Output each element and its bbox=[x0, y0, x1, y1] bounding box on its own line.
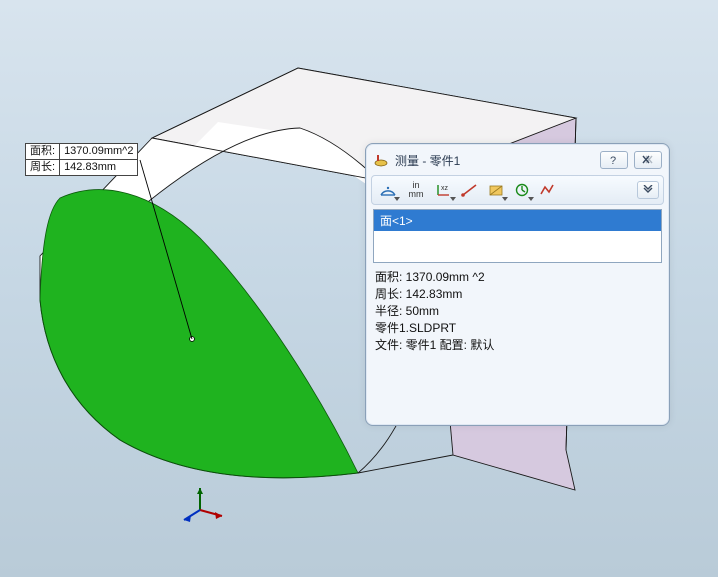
callout-area-label: 面积: bbox=[26, 144, 60, 159]
svg-text:xz: xz bbox=[441, 185, 449, 192]
result-part: 零件1.SLDPRT bbox=[375, 320, 660, 337]
arc-mode-button[interactable] bbox=[376, 179, 400, 201]
units-button[interactable]: in mm bbox=[402, 179, 430, 201]
projected-button[interactable] bbox=[484, 179, 508, 201]
callout-area-value: 1370.09mm^2 bbox=[60, 144, 137, 159]
result-file: 文件: 零件1 配置: 默认 bbox=[375, 337, 660, 354]
callout-perimeter-value: 142.83mm bbox=[60, 160, 120, 175]
selection-list[interactable]: 面<1> bbox=[373, 209, 662, 263]
point-to-point-button[interactable] bbox=[458, 179, 482, 201]
result-area: 面积: 1370.09mm ^2 bbox=[375, 269, 660, 286]
measure-icon bbox=[373, 152, 389, 168]
xyz-mode-button[interactable]: xz bbox=[432, 179, 456, 201]
svg-text:?: ? bbox=[610, 155, 616, 166]
measure-toolbar: in mm xz bbox=[371, 175, 664, 205]
callout-perimeter-label: 周长: bbox=[26, 160, 60, 175]
result-radius: 半径: 50mm bbox=[375, 303, 660, 320]
dialog-titlebar[interactable]: 测量 - 零件1 ? bbox=[369, 147, 666, 173]
measurement-callout: 面积: 1370.09mm^2 周长: 142.83mm bbox=[25, 143, 138, 176]
history-button[interactable] bbox=[510, 179, 534, 201]
measure-dialog[interactable]: 测量 - 零件1 ? in mm bbox=[365, 143, 670, 426]
result-perimeter: 周长: 142.83mm bbox=[375, 286, 660, 303]
measurement-results: 面积: 1370.09mm ^2 周长: 142.83mm 半径: 50mm 零… bbox=[375, 269, 660, 354]
help-button[interactable]: ? bbox=[600, 151, 628, 169]
sensor-button[interactable] bbox=[536, 179, 560, 201]
selection-item[interactable]: 面<1> bbox=[374, 210, 661, 231]
collapse-button[interactable] bbox=[637, 181, 659, 199]
dialog-title: 测量 - 零件1 bbox=[395, 152, 594, 169]
graphics-viewport[interactable]: 面积: 1370.09mm^2 周长: 142.83mm 测量 - 零件1 ? bbox=[0, 0, 718, 577]
close-button[interactable] bbox=[634, 151, 662, 169]
